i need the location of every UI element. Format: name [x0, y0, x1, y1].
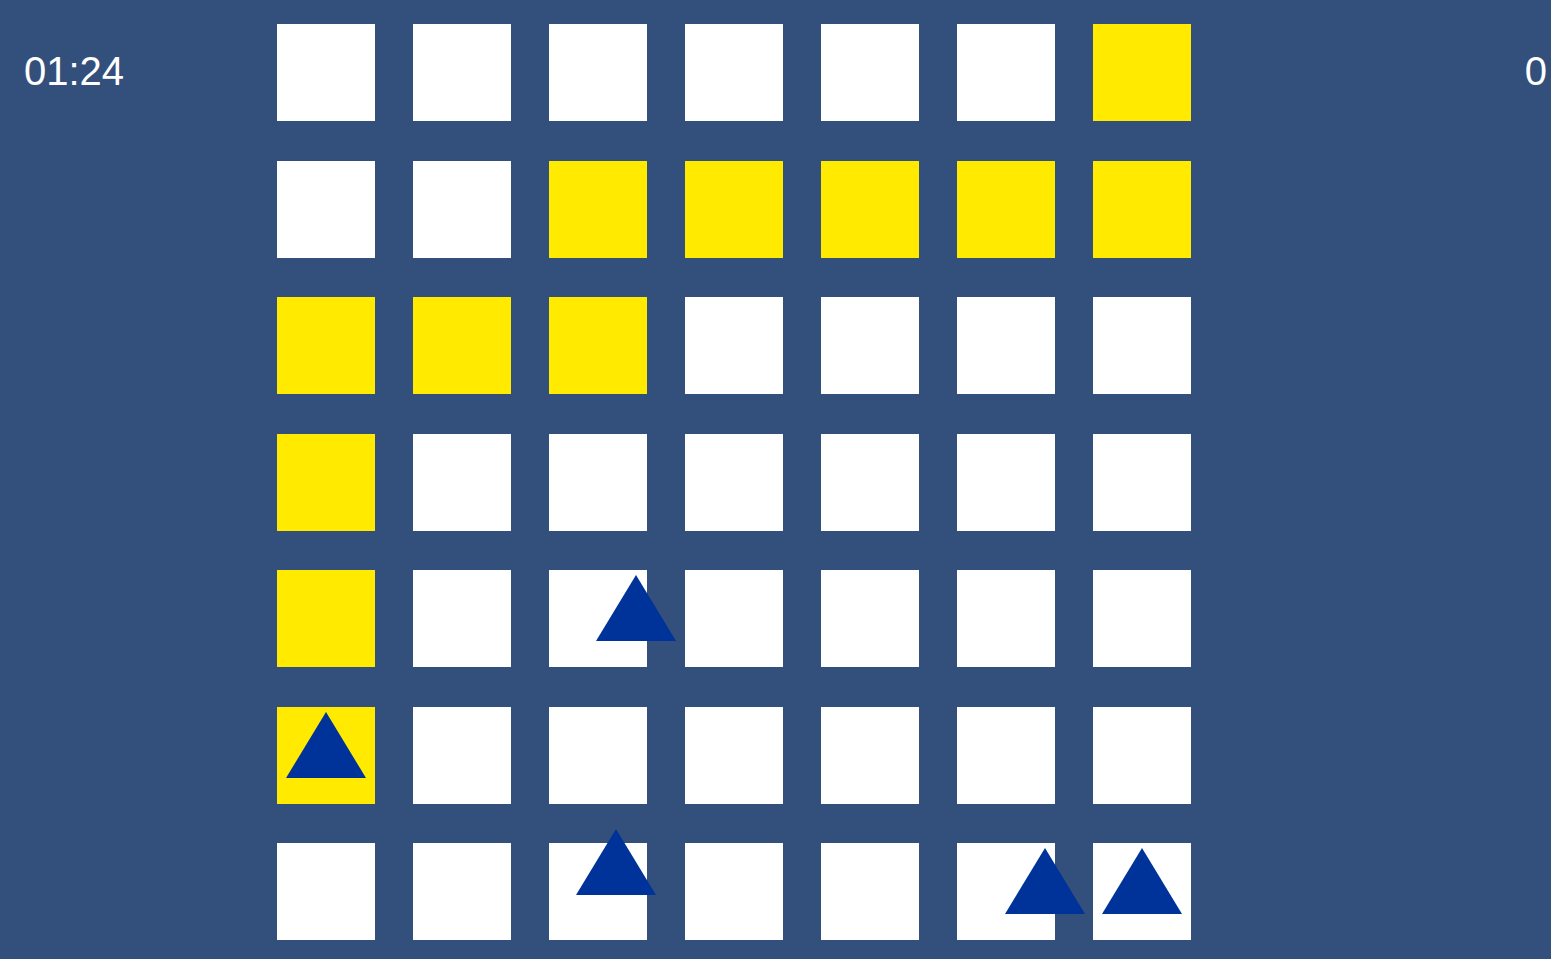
- board-cell[interactable]: [957, 161, 1055, 258]
- timer-area: 01:24: [0, 0, 277, 959]
- board-cell[interactable]: [685, 843, 783, 940]
- triangle-piece-icon[interactable]: [1102, 848, 1182, 914]
- board-cell[interactable]: [1093, 24, 1191, 121]
- board-cell[interactable]: [685, 24, 783, 121]
- board-cell[interactable]: [413, 843, 511, 940]
- board-cell[interactable]: [413, 297, 511, 394]
- board-cell[interactable]: [821, 843, 919, 940]
- board-cell[interactable]: [957, 434, 1055, 531]
- board-cell[interactable]: [1093, 570, 1191, 667]
- triangle-piece-icon[interactable]: [596, 575, 676, 641]
- triangle-piece-icon[interactable]: [576, 829, 656, 895]
- board-cell[interactable]: [957, 297, 1055, 394]
- board-cell[interactable]: [821, 161, 919, 258]
- board-cell[interactable]: [549, 434, 647, 531]
- board-cell[interactable]: [277, 843, 375, 940]
- board-cell[interactable]: [821, 297, 919, 394]
- triangle-piece-icon[interactable]: [286, 712, 366, 778]
- timer: 01:24: [24, 49, 124, 93]
- board-cell[interactable]: [821, 570, 919, 667]
- board-cell[interactable]: [549, 161, 647, 258]
- board-cell[interactable]: [685, 297, 783, 394]
- board-cell[interactable]: [957, 570, 1055, 667]
- board-cell[interactable]: [1093, 297, 1191, 394]
- score-area: 0: [1192, 0, 1551, 959]
- board-cell[interactable]: [685, 434, 783, 531]
- board-cell[interactable]: [821, 434, 919, 531]
- board-cell[interactable]: [685, 707, 783, 804]
- board-cell[interactable]: [957, 24, 1055, 121]
- board-cell[interactable]: [685, 161, 783, 258]
- triangle-piece-icon[interactable]: [1005, 848, 1085, 914]
- game-screen: 01:24 0: [0, 0, 1551, 959]
- board-cell[interactable]: [821, 24, 919, 121]
- board-cell[interactable]: [821, 707, 919, 804]
- board-cell[interactable]: [549, 707, 647, 804]
- board-cell[interactable]: [413, 434, 511, 531]
- board-cell[interactable]: [277, 24, 375, 121]
- board-cell[interactable]: [685, 570, 783, 667]
- board-cell[interactable]: [1093, 707, 1191, 804]
- board-cell[interactable]: [413, 707, 511, 804]
- score: 0: [1525, 48, 1547, 959]
- board-cell[interactable]: [413, 24, 511, 121]
- board-cell[interactable]: [277, 297, 375, 394]
- board-cell[interactable]: [277, 161, 375, 258]
- board-cell[interactable]: [549, 24, 647, 121]
- board-cell[interactable]: [1093, 434, 1191, 531]
- board-cell[interactable]: [413, 570, 511, 667]
- board-cell[interactable]: [1093, 161, 1191, 258]
- game-board: [277, 24, 1192, 959]
- board-cell[interactable]: [549, 297, 647, 394]
- board-cell[interactable]: [413, 161, 511, 258]
- board-cell[interactable]: [277, 434, 375, 531]
- board-cell[interactable]: [957, 707, 1055, 804]
- board-cell[interactable]: [277, 570, 375, 667]
